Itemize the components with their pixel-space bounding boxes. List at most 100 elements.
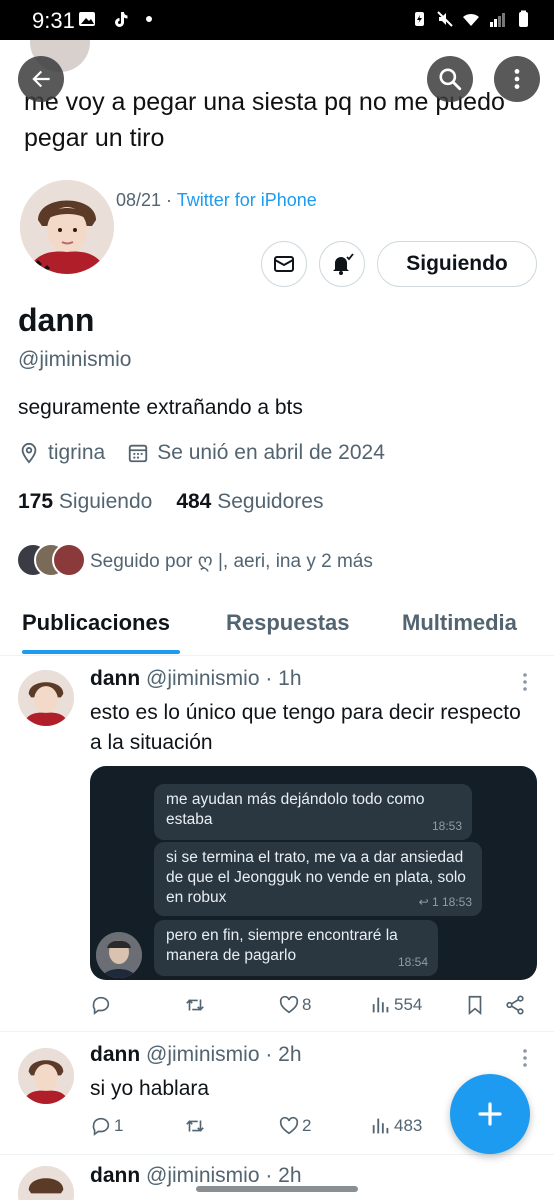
plus-icon (478, 1102, 502, 1126)
tab-respuestas[interactable]: Respuestas (226, 610, 350, 636)
share-button[interactable] (504, 994, 528, 1016)
more-vertical-icon (514, 69, 520, 89)
profile-header-banner: me voy a pegar una siesta pq no me puedo… (0, 40, 554, 160)
back-button[interactable] (18, 56, 64, 102)
retweet-button[interactable] (184, 994, 208, 1016)
post-author-name[interactable]: dann (90, 1164, 140, 1187)
tiktok-icon (115, 12, 128, 27)
reply-count: 1 (114, 1116, 124, 1135)
status-time: 9:31 (32, 8, 75, 33)
views-button[interactable]: 554 (370, 994, 422, 1016)
share-icon (506, 995, 524, 1015)
notifications-button[interactable] (319, 241, 365, 287)
view-count: 483 (394, 1116, 423, 1135)
bookmark-button[interactable] (464, 994, 488, 1016)
message-button[interactable] (261, 241, 307, 287)
search-button[interactable] (427, 56, 473, 102)
like-count: 8 (302, 995, 312, 1014)
post-meta: @jiminismio · 2h (146, 1043, 302, 1066)
profile-handle: @jiminismio (18, 348, 132, 371)
signal-icon (490, 13, 505, 27)
wifi-icon (463, 13, 479, 26)
avatar-image (18, 670, 74, 726)
status-bar: 9:31 (0, 0, 554, 40)
profile-meta: tigrina Se unió en abril de 2024 (18, 441, 385, 465)
next-post-peek: dann @jiminismio · 2h (0, 1156, 554, 1200)
back-arrow-icon (32, 70, 50, 88)
following-button[interactable]: Siguiendo (377, 241, 537, 287)
gallery-icon (79, 12, 95, 26)
post-header: dann @jiminismio · 2h (90, 1164, 302, 1188)
chat-bubble: me ayudan más dejándolo todo como estaba… (154, 784, 472, 840)
views-icon (372, 1118, 389, 1134)
tab-publicaciones[interactable]: Publicaciones (22, 610, 170, 636)
retweet-icon (186, 1120, 204, 1132)
post-author-name[interactable]: dann (90, 667, 140, 690)
battery-saver-icon (415, 12, 424, 26)
followed-by-row[interactable]: Seguido por ღ |, aeri, ina y 2 más (16, 543, 373, 579)
profile-tabs: Publicaciones Respuestas Multimedia (0, 600, 554, 656)
more-options-button[interactable] (494, 56, 540, 102)
post-avatar[interactable] (18, 1166, 74, 1200)
mute-icon (437, 11, 453, 27)
post-divider (0, 1154, 554, 1155)
post-avatar[interactable] (18, 670, 74, 726)
reply-button[interactable]: 1 (90, 1115, 123, 1137)
retweet-button[interactable] (184, 1115, 208, 1137)
profile-location: tigrina (48, 441, 106, 464)
avatar-image (18, 1166, 74, 1200)
post-author-name[interactable]: dann (90, 1043, 140, 1066)
reply-icon (92, 1117, 110, 1136)
tweet-source-link[interactable]: Twitter for iPhone (177, 190, 317, 210)
tab-multimedia[interactable]: Multimedia (402, 610, 517, 636)
post-media-image[interactable]: me ayudan más dejándolo todo como estaba… (90, 766, 537, 980)
post-text: esto es lo único que tengo para decir re… (90, 701, 521, 754)
post-meta: @jiminismio · 1h (146, 667, 302, 690)
profile-joined: Se unió en abril de 2024 (157, 441, 385, 464)
post-actions: 8 554 (90, 994, 530, 1022)
heart-icon (279, 1116, 299, 1135)
like-count: 2 (302, 1116, 312, 1135)
profile-avatar[interactable] (16, 176, 118, 278)
profile-bio: seguramente extrañando a bts (18, 396, 303, 419)
followers-count-link[interactable]: 484 Seguidores (176, 490, 323, 514)
home-indicator[interactable] (196, 1186, 358, 1192)
mail-icon (274, 256, 294, 272)
followed-by-text: Seguido por ღ |, aeri, ina y 2 más (90, 550, 373, 572)
follower-avatar (52, 543, 86, 577)
view-count: 554 (394, 995, 423, 1014)
calendar-icon (129, 444, 148, 463)
compose-post-button[interactable] (450, 1074, 530, 1154)
reply-button[interactable] (90, 994, 114, 1016)
views-button[interactable]: 483 (370, 1115, 422, 1137)
follow-counts: 175 Siguiendo 484 Seguidores (18, 490, 323, 514)
post-header: dann @jiminismio · 1h (90, 667, 302, 691)
chat-avatar (96, 932, 142, 978)
bell-icon (333, 253, 354, 275)
views-icon (372, 997, 389, 1013)
pinned-tweet-meta: 08/21 · Twitter for iPhone (116, 190, 317, 210)
following-count-link[interactable]: 175 Siguiendo (18, 490, 152, 514)
bookmark-icon (468, 995, 482, 1016)
post-divider (0, 1031, 554, 1032)
post-more-icon[interactable] (516, 672, 534, 692)
location-icon (21, 442, 37, 464)
like-button[interactable]: 2 (278, 1115, 311, 1137)
post-meta: @jiminismio · 2h (146, 1164, 302, 1187)
post-avatar[interactable] (18, 1048, 74, 1104)
heart-icon (279, 995, 299, 1014)
chat-bubble: si se termina el trato, me va a dar ansi… (154, 842, 482, 916)
active-tab-indicator (22, 650, 180, 654)
post-more-icon[interactable] (516, 1048, 534, 1068)
like-button[interactable]: 8 (278, 994, 311, 1016)
chat-bubble: pero en fin, siempre encontraré la maner… (154, 920, 438, 976)
search-icon (439, 68, 462, 91)
reply-icon (92, 996, 110, 1015)
avatar-image (18, 1048, 74, 1104)
retweet-icon (186, 999, 204, 1011)
display-name: dann (18, 302, 95, 338)
post-header: dann @jiminismio · 2h (90, 1043, 302, 1067)
battery-icon (519, 10, 528, 27)
notification-dot-icon (146, 16, 152, 22)
avatar-image (20, 180, 114, 274)
